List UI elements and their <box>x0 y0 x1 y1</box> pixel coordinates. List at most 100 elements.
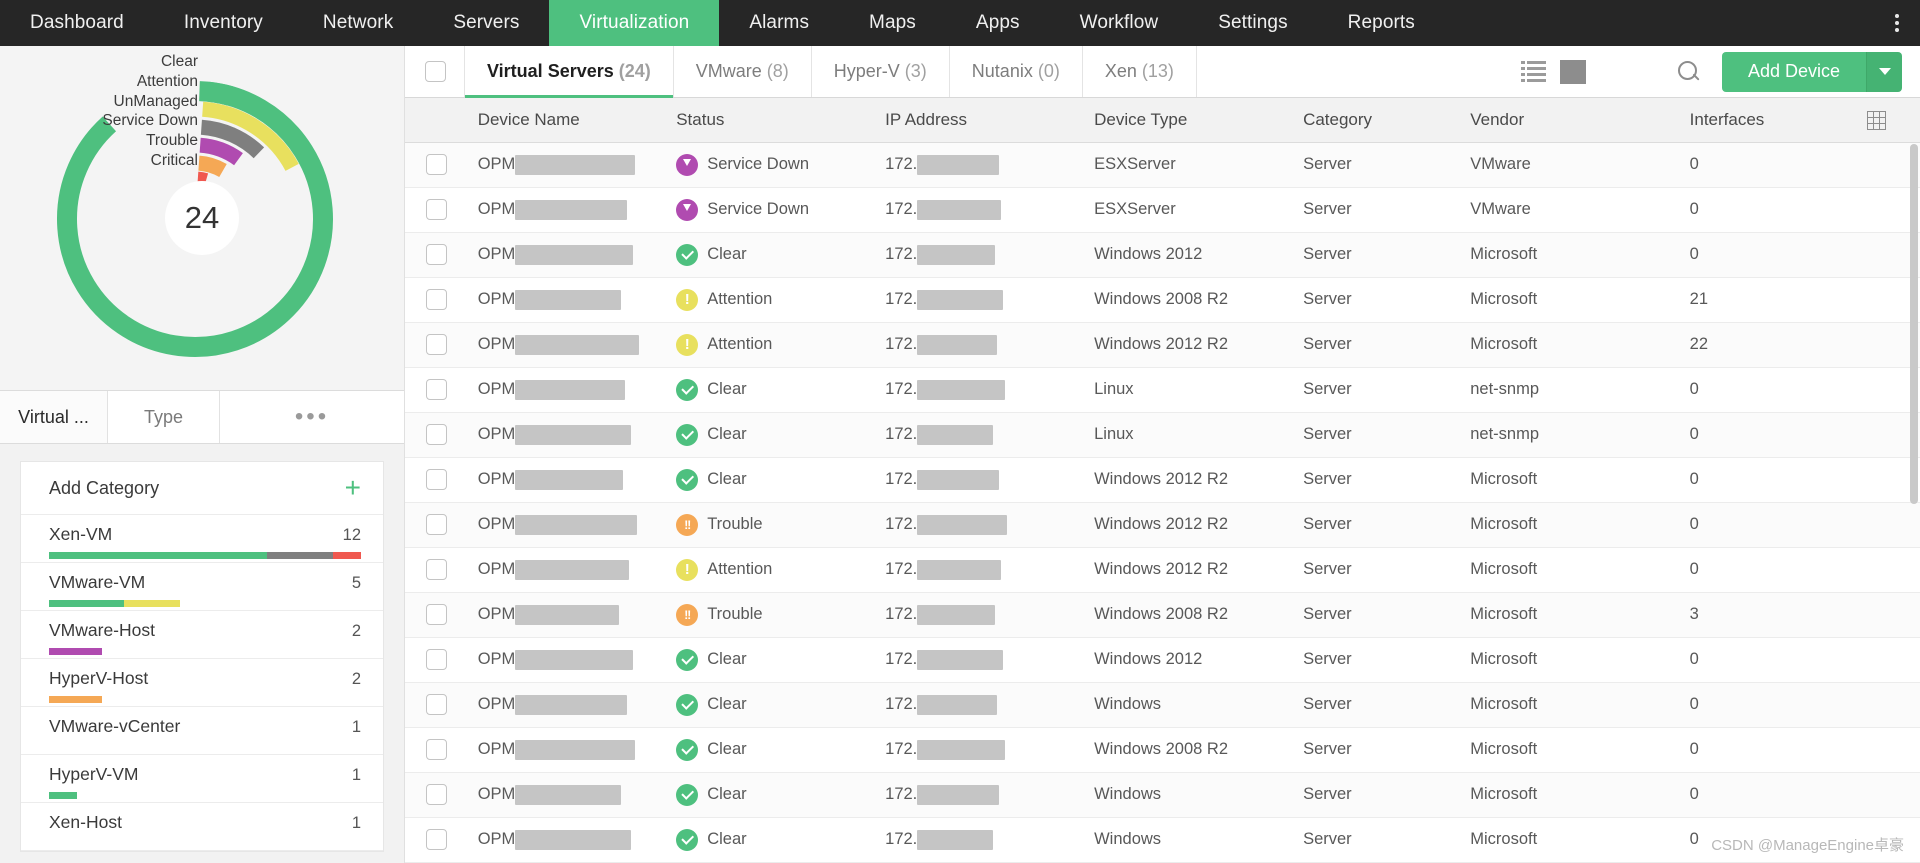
table-row[interactable]: OPMTrouble172.Windows 2012 R2ServerMicro… <box>405 502 1920 547</box>
table-row[interactable]: OPMAttention172.Windows 2012 R2ServerMic… <box>405 322 1920 367</box>
ip-prefix: 172. <box>885 605 917 624</box>
topnav-item-dashboard[interactable]: Dashboard <box>0 0 154 46</box>
row-checkbox[interactable] <box>426 469 447 490</box>
topnav-item-alarms[interactable]: Alarms <box>719 0 839 46</box>
tab-nutanix[interactable]: Nutanix(0) <box>949 46 1083 97</box>
redacted-ip-address <box>917 515 1007 535</box>
category-item[interactable]: Xen-VM12 <box>21 515 383 563</box>
table-row[interactable]: OPMAttention172.Windows 2012 R2ServerMic… <box>405 547 1920 592</box>
category-item[interactable]: VMware-Host2 <box>21 611 383 659</box>
table-row[interactable]: OPMClear172.Windows 2012ServerMicrosoft0 <box>405 232 1920 277</box>
table-row[interactable]: OPMTrouble172.Windows 2008 R2ServerMicro… <box>405 592 1920 637</box>
cell-device-name[interactable]: OPM <box>468 817 667 862</box>
tab-virtual-servers[interactable]: Virtual Servers(24) <box>464 46 674 97</box>
row-checkbox[interactable] <box>426 649 447 670</box>
color-view-icon[interactable] <box>1600 60 1624 84</box>
cell-device-name[interactable]: OPM <box>468 592 667 637</box>
column-settings-icon[interactable] <box>1857 98 1920 142</box>
status-label: Trouble <box>707 515 762 534</box>
topnav-item-inventory[interactable]: Inventory <box>154 0 293 46</box>
topnav-item-network[interactable]: Network <box>293 0 423 46</box>
category-item[interactable]: HyperV-Host2 <box>21 659 383 707</box>
row-checkbox[interactable] <box>426 334 447 355</box>
row-checkbox[interactable] <box>426 514 447 535</box>
topnav-item-settings[interactable]: Settings <box>1188 0 1317 46</box>
more-vertical-icon[interactable] <box>1874 0 1920 46</box>
topnav-item-apps[interactable]: Apps <box>946 0 1050 46</box>
header-device-name[interactable]: Device Name <box>468 98 667 142</box>
table-row[interactable]: OPMService Down172.ESXServerServerVMware… <box>405 187 1920 232</box>
header-device-type[interactable]: Device Type <box>1084 98 1293 142</box>
topnav-item-servers[interactable]: Servers <box>423 0 549 46</box>
row-checkbox[interactable] <box>426 424 447 445</box>
row-checkbox[interactable] <box>426 154 447 175</box>
table-row[interactable]: OPMClear172.Windows 2008 R2ServerMicroso… <box>405 727 1920 772</box>
plus-icon[interactable]: + <box>345 474 361 502</box>
row-checkbox[interactable] <box>426 559 447 580</box>
cell-device-name[interactable]: OPM <box>468 502 667 547</box>
vertical-scrollbar[interactable] <box>1910 144 1918 784</box>
row-checkbox[interactable] <box>426 694 447 715</box>
card-view-icon[interactable] <box>1638 61 1662 83</box>
row-checkbox[interactable] <box>426 784 447 805</box>
tab-xen[interactable]: Xen(13) <box>1082 46 1197 97</box>
row-checkbox[interactable] <box>426 739 447 760</box>
table-row[interactable]: OPMClear172.WindowsServerMicrosoft0 <box>405 772 1920 817</box>
header-vendor[interactable]: Vendor <box>1460 98 1679 142</box>
tab-hyper-v[interactable]: Hyper-V(3) <box>811 46 950 97</box>
search-icon[interactable] <box>1676 59 1702 85</box>
row-checkbox[interactable] <box>426 829 447 850</box>
cell-device-name[interactable]: OPM <box>468 187 667 232</box>
category-item[interactable]: Xen-Host1 <box>21 803 383 851</box>
table-row[interactable]: OPMService Down172.ESXServerServerVMware… <box>405 142 1920 187</box>
chevron-down-icon[interactable] <box>1866 52 1902 92</box>
table-row[interactable]: OPMClear172.LinuxServernet-snmp0 <box>405 412 1920 457</box>
topnav-item-workflow[interactable]: Workflow <box>1050 0 1189 46</box>
table-row[interactable]: OPMAttention172.Windows 2008 R2ServerMic… <box>405 277 1920 322</box>
header-interfaces[interactable]: Interfaces <box>1680 98 1858 142</box>
cell-device-name[interactable]: OPM <box>468 142 667 187</box>
status-label: Attention <box>707 560 772 579</box>
category-item[interactable]: HyperV-VM1 <box>21 755 383 803</box>
cell-device-name[interactable]: OPM <box>468 727 667 772</box>
row-checkbox[interactable] <box>426 199 447 220</box>
tab-type[interactable]: Type <box>108 391 220 443</box>
cell-device-name[interactable]: OPM <box>468 277 667 322</box>
category-item[interactable]: VMware-vCenter1 <box>21 707 383 755</box>
select-all-checkbox[interactable] <box>425 61 446 82</box>
row-checkbox[interactable] <box>426 289 447 310</box>
topnav-item-virtualization[interactable]: Virtualization <box>549 0 719 46</box>
add-category-button[interactable]: Add Category + <box>21 462 383 515</box>
cell-device-name[interactable]: OPM <box>468 322 667 367</box>
topnav-item-maps[interactable]: Maps <box>839 0 946 46</box>
header-status[interactable]: Status <box>666 98 875 142</box>
cell-device-name[interactable]: OPM <box>468 412 667 457</box>
left-panel-overflow-menu[interactable]: ••• <box>220 391 404 443</box>
row-checkbox[interactable] <box>426 604 447 625</box>
cell-device-type: Windows 2012 R2 <box>1084 457 1293 502</box>
tab-virtual[interactable]: Virtual ... <box>0 391 108 443</box>
add-device-button[interactable]: Add Device <box>1722 52 1902 92</box>
category-item[interactable]: VMware-VM5 <box>21 563 383 611</box>
table-row[interactable]: OPMClear172.WindowsServerMicrosoft0 <box>405 817 1920 862</box>
cell-device-name[interactable]: OPM <box>468 232 667 277</box>
header-ip-address[interactable]: IP Address <box>875 98 1084 142</box>
topnav-item-reports[interactable]: Reports <box>1318 0 1445 46</box>
cell-device-name[interactable]: OPM <box>468 367 667 412</box>
cell-device-name[interactable]: OPM <box>468 547 667 592</box>
cell-device-name[interactable]: OPM <box>468 682 667 727</box>
cell-device-name[interactable]: OPM <box>468 772 667 817</box>
table-row[interactable]: OPMClear172.Windows 2012 R2ServerMicroso… <box>405 457 1920 502</box>
row-checkbox[interactable] <box>426 379 447 400</box>
table-view-icon[interactable] <box>1560 60 1586 84</box>
table-row[interactable]: OPMClear172.WindowsServerMicrosoft0 <box>405 682 1920 727</box>
table-row[interactable]: OPMClear172.LinuxServernet-snmp0 <box>405 367 1920 412</box>
cell-device-name[interactable]: OPM <box>468 637 667 682</box>
header-category[interactable]: Category <box>1293 98 1460 142</box>
table-row[interactable]: OPMClear172.Windows 2012ServerMicrosoft0 <box>405 637 1920 682</box>
row-checkbox-cell <box>405 412 468 457</box>
list-view-icon[interactable] <box>1521 61 1546 83</box>
row-checkbox[interactable] <box>426 244 447 265</box>
tab-vmware[interactable]: VMware(8) <box>673 46 812 97</box>
cell-device-name[interactable]: OPM <box>468 457 667 502</box>
